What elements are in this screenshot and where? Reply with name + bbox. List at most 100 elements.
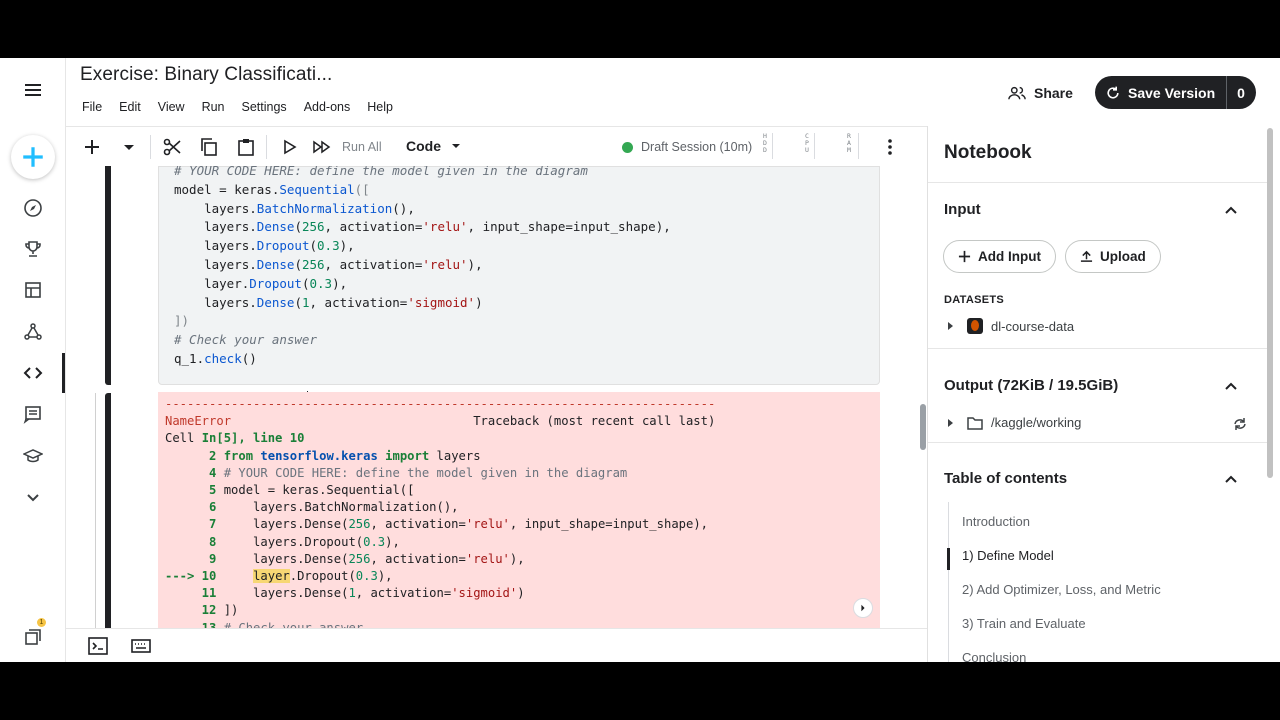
- share-label: Share: [1034, 85, 1073, 101]
- code-line: # Check your answer: [174, 332, 317, 348]
- left-rail: 1: [0, 58, 66, 662]
- code-line: model = keras.Sequential([: [174, 181, 370, 197]
- dataset-item[interactable]: dl-course-data: [948, 318, 1074, 334]
- table-icon[interactable]: [17, 274, 49, 306]
- run-all-button[interactable]: Run All: [342, 140, 382, 154]
- trophy-icon[interactable]: [17, 233, 49, 265]
- traceback-line: 2 from tensorflow.keras import layers: [165, 448, 481, 463]
- traceback-text: ----------------------------------------…: [165, 396, 715, 628]
- notebook-toolbar: Run All Code Draft Session (10m) HDD CPU…: [66, 126, 927, 166]
- traceback-line: 4 # YOUR CODE HERE: define the model giv…: [165, 465, 628, 480]
- cpu-meter[interactable]: CPU: [802, 133, 812, 154]
- rail-active-indicator: [62, 353, 65, 393]
- menu-add-ons[interactable]: Add-ons: [304, 100, 351, 114]
- caret-down-icon: [452, 144, 460, 148]
- cut-icon[interactable]: [162, 137, 182, 157]
- code-line: q_1.check(): [174, 350, 257, 366]
- menu-settings[interactable]: Settings: [242, 100, 287, 114]
- version-count[interactable]: 0: [1232, 76, 1250, 109]
- compass-icon[interactable]: [17, 192, 49, 224]
- code-cell[interactable]: # YOUR CODE HERE: define the model given…: [158, 166, 880, 385]
- add-input-button[interactable]: Add Input: [943, 240, 1056, 273]
- add-cell-icon[interactable]: [82, 137, 102, 157]
- notification-badge: 1: [37, 618, 46, 627]
- save-version-label: Save Version: [1128, 84, 1216, 101]
- expand-panel-button[interactable]: [853, 598, 873, 618]
- share-button[interactable]: Share: [1008, 80, 1073, 106]
- more-icon[interactable]: [17, 481, 49, 513]
- panel-title: Notebook: [944, 142, 1032, 163]
- chevron-right-icon: [861, 604, 865, 612]
- caret-down-icon[interactable]: [119, 137, 139, 157]
- dataset-icon: [967, 318, 983, 334]
- run-all-icon[interactable]: [312, 137, 332, 157]
- kebab-menu-icon[interactable]: [880, 137, 900, 157]
- traceback-label: Traceback (most recent call last): [473, 414, 716, 429]
- traceback-rule: ----------------------------------------…: [165, 397, 716, 411]
- menu-view[interactable]: View: [158, 100, 185, 114]
- toc-section-title[interactable]: Table of contents: [944, 470, 1067, 487]
- error-name: NameError: [165, 414, 232, 429]
- traceback-line: 9 layers.Dense(256, activation='relu'),: [165, 551, 525, 566]
- datasets-caption: DATASETS: [944, 294, 1005, 306]
- keyboard-icon[interactable]: [131, 637, 151, 655]
- copy-icon[interactable]: [199, 137, 219, 157]
- panel-resize-handle[interactable]: [920, 404, 926, 450]
- toc-item-introduction[interactable]: Introduction: [962, 514, 1030, 529]
- run-cell-icon[interactable]: [279, 137, 299, 157]
- traceback-line: 12 ]): [165, 603, 239, 618]
- code-line: layers.Dense(1, activation='sigmoid'): [174, 294, 483, 310]
- cell-focus-bar: [105, 166, 111, 385]
- ram-meter[interactable]: RAM: [844, 133, 854, 154]
- traceback-line: 7 layers.Dense(256, activation='relu', i…: [165, 517, 709, 532]
- panel-scrollbar[interactable]: [1267, 128, 1273, 478]
- menu-run[interactable]: Run: [202, 100, 225, 114]
- output-focus-bar: [105, 393, 111, 628]
- toc-item-define-model[interactable]: 1) Define Model: [962, 548, 1054, 563]
- menu-help[interactable]: Help: [367, 100, 393, 114]
- discussion-icon[interactable]: [17, 398, 49, 430]
- error-output: ----------------------------------------…: [158, 392, 880, 628]
- notebook-editor: # YOUR CODE HERE: define the model given…: [66, 166, 927, 628]
- code-line: layers.Dense(256, activation='relu', inp…: [174, 219, 671, 235]
- cell-type-select[interactable]: Code: [406, 138, 461, 154]
- folder-icon: [967, 416, 983, 430]
- input-section-title[interactable]: Input: [944, 201, 981, 218]
- plus-icon: [23, 147, 43, 167]
- toc-item-train[interactable]: 3) Train and Evaluate: [962, 616, 1086, 631]
- learn-icon[interactable]: [17, 440, 49, 472]
- cell-type-label: Code: [406, 138, 441, 154]
- chevron-up-icon[interactable]: [1224, 379, 1238, 393]
- session-status-dot: [622, 141, 633, 153]
- code-icon[interactable]: [17, 357, 49, 389]
- terminal-icon[interactable]: [88, 637, 108, 655]
- menu-edit[interactable]: Edit: [119, 100, 141, 114]
- expand-triangle-icon[interactable]: [948, 418, 953, 427]
- create-button[interactable]: [11, 135, 55, 179]
- code-line: # YOUR CODE HERE: define the model given…: [174, 166, 588, 178]
- output-folder[interactable]: /kaggle/working: [948, 415, 1081, 430]
- expand-triangle-icon[interactable]: [948, 322, 953, 330]
- menu-icon[interactable]: [17, 74, 49, 106]
- toc-item-optimizer[interactable]: 2) Add Optimizer, Loss, and Metric: [962, 582, 1161, 597]
- output-gutter-line: [95, 393, 96, 628]
- hdd-meter[interactable]: HDD: [760, 133, 770, 154]
- upload-button[interactable]: Upload: [1065, 240, 1161, 273]
- code-line: ]): [174, 313, 190, 329]
- chevron-up-icon[interactable]: [1224, 203, 1238, 217]
- history-icon: [1107, 86, 1119, 99]
- chevron-up-icon[interactable]: [1224, 472, 1238, 486]
- output-section-title[interactable]: Output (72KiB / 19.5GiB): [944, 377, 1118, 394]
- dataset-name: dl-course-data: [991, 318, 1075, 334]
- notebook-title[interactable]: Exercise: Binary Classificati...: [80, 64, 332, 86]
- session-status[interactable]: Draft Session (10m): [622, 140, 752, 154]
- paste-icon[interactable]: [236, 137, 256, 157]
- models-icon[interactable]: [17, 316, 49, 348]
- toc-item-conclusion[interactable]: Conclusion: [962, 650, 1026, 662]
- menu-bar: File Edit View Run Settings Add-ons Help: [82, 100, 410, 114]
- people-icon: [1008, 86, 1026, 100]
- code-text[interactable]: # YOUR CODE HERE: define the model given…: [174, 166, 671, 369]
- menu-file[interactable]: File: [82, 100, 102, 114]
- save-version-button[interactable]: Save Version 0: [1095, 76, 1256, 109]
- refresh-icon[interactable]: [1233, 417, 1247, 431]
